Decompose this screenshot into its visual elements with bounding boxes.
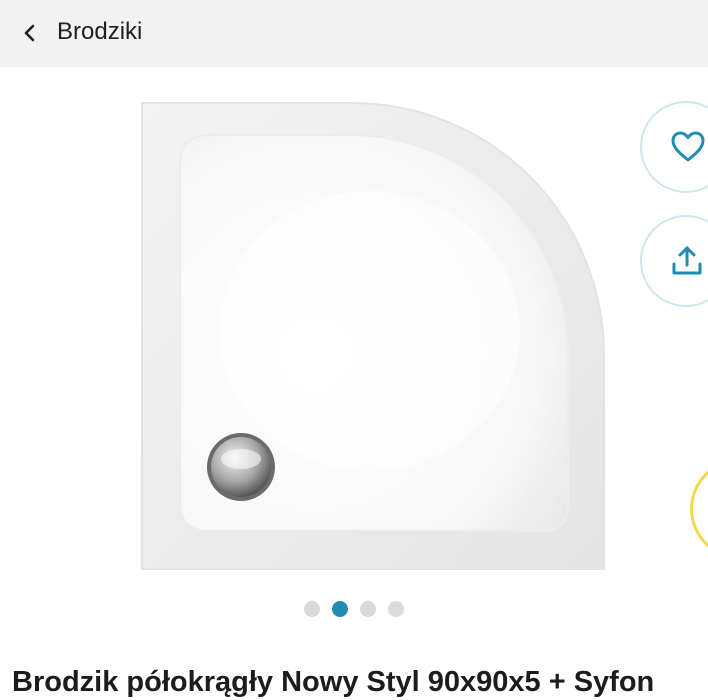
partially-visible-badge: [690, 459, 708, 559]
gallery-dot[interactable]: [360, 601, 376, 617]
chevron-left-icon: [24, 24, 35, 42]
heart-icon: [671, 131, 705, 162]
gallery-pagination: [0, 599, 708, 619]
share-icon: [672, 246, 702, 275]
favorite-button[interactable]: [640, 101, 708, 193]
product-image[interactable]: [140, 101, 606, 573]
share-button[interactable]: [640, 215, 708, 307]
page-title: Brodziki: [57, 18, 143, 45]
top-bar: Brodziki: [0, 0, 708, 67]
gallery-dot[interactable]: [304, 601, 320, 617]
gallery-dot[interactable]: [388, 601, 404, 617]
product-title: Brodzik półokrągły Nowy Styl 90x90x5 + S…: [12, 666, 655, 698]
image-gallery[interactable]: [0, 67, 708, 652]
back-button[interactable]: [10, 13, 50, 53]
gallery-dot-active[interactable]: [332, 601, 348, 617]
